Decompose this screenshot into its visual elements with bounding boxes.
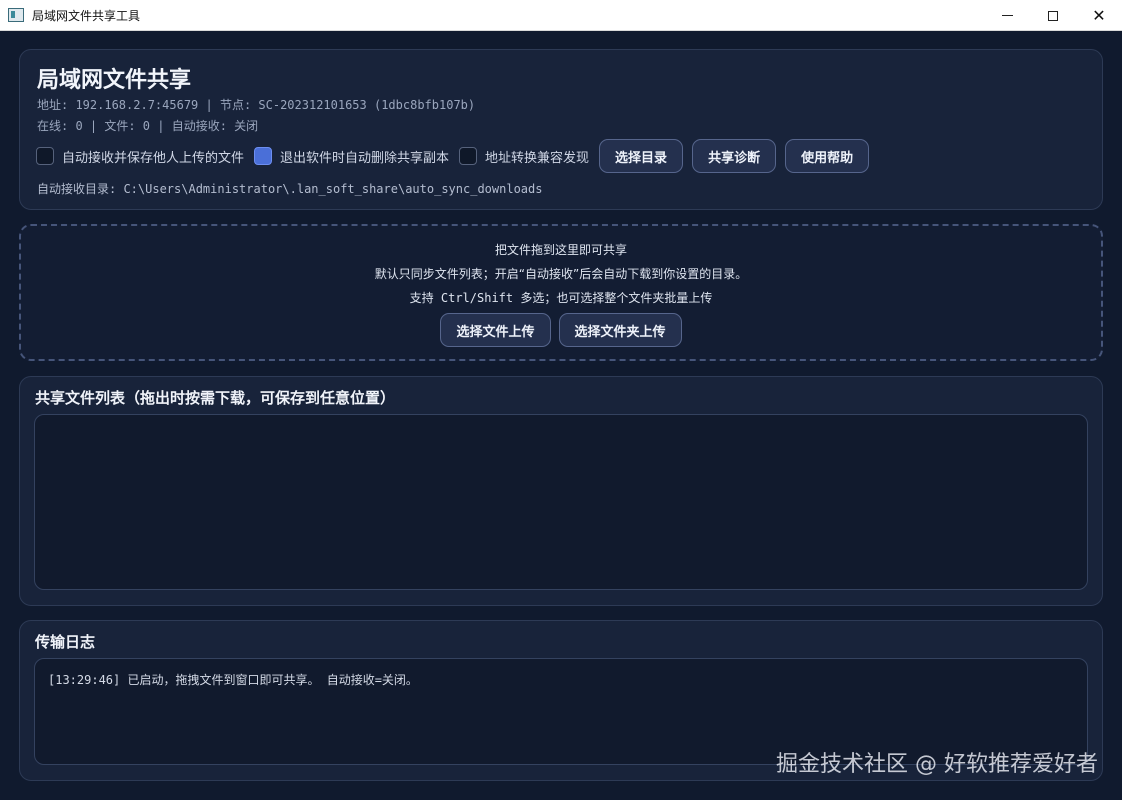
checkbox-label: 地址转换兼容发现	[485, 150, 590, 166]
upload-files-button[interactable]: 选择文件上传	[440, 313, 551, 347]
auto-receive-directory: 自动接收目录: C:\Users\Administrator\.lan_soft…	[37, 182, 543, 196]
checkbox-label: 自动接收并保存他人上传的文件	[62, 150, 245, 166]
maximize-button[interactable]	[1030, 0, 1076, 31]
drop-zone-description: 默认只同步文件列表；开启“自动接收”后会自动下载到你设置的目录。	[374, 267, 748, 281]
window-title: 局域网文件共享工具	[32, 8, 141, 23]
drop-zone[interactable]: 把文件拖到这里即可共享 默认只同步文件列表；开启“自动接收”后会自动下载到你设置…	[19, 224, 1103, 361]
drop-zone-title: 把文件拖到这里即可共享	[494, 243, 627, 257]
minimize-icon	[1001, 15, 1013, 16]
transfer-log-title: 传输日志	[35, 633, 96, 651]
minimize-button[interactable]	[984, 0, 1030, 31]
drop-zone-tip: 支持 Ctrl/Shift 多选；也可选择整个文件夹批量上传	[409, 291, 713, 305]
nat-compat-checkbox[interactable]: 地址转换兼容发现	[459, 147, 589, 166]
maximize-icon	[1048, 10, 1058, 21]
app-icon	[8, 8, 24, 22]
choose-directory-button[interactable]: 选择目录	[599, 139, 684, 173]
close-icon: ✕	[1092, 5, 1106, 25]
shared-files-title: 共享文件列表（拖出时按需下载，可保存到任意位置）	[35, 389, 396, 407]
window-controls: ✕	[984, 0, 1122, 31]
checkbox-box-checked[interactable]	[254, 147, 273, 165]
checkbox-box[interactable]	[36, 147, 54, 165]
page-title: 局域网文件共享	[37, 67, 192, 93]
log-entry: [13:29:46] 已启动，拖拽文件到窗口即可共享。 自动接收=关闭。	[48, 673, 418, 687]
header-panel: 局域网文件共享 地址: 192.168.2.7:45679 | 节点: SC-2…	[19, 49, 1103, 210]
help-button[interactable]: 使用帮助	[785, 139, 870, 173]
drop-zone-buttons: 选择文件上传 选择文件夹上传	[21, 313, 1101, 347]
auto-receive-checkbox[interactable]: 自动接收并保存他人上传的文件	[36, 147, 244, 166]
shared-file-list[interactable]	[34, 414, 1088, 590]
checkbox-label: 退出软件时自动删除共享副本	[280, 150, 450, 166]
options-row: 自动接收并保存他人上传的文件 退出软件时自动删除共享副本 地址转换兼容发现 选择…	[36, 139, 878, 173]
upload-folder-button[interactable]: 选择文件夹上传	[558, 313, 682, 347]
shared-files-panel: 共享文件列表（拖出时按需下载，可保存到任意位置）	[19, 376, 1103, 606]
status-info: 在线: 0 | 文件: 0 | 自动接收: 关闭	[37, 119, 259, 133]
window-titlebar[interactable]: 局域网文件共享工具 ✕	[0, 0, 1122, 31]
watermark: 掘金技术社区 @ 好软推荐爱好者	[776, 752, 1098, 777]
share-diagnose-button[interactable]: 共享诊断	[692, 139, 777, 173]
address-info: 地址: 192.168.2.7:45679 | 节点: SC-202312101…	[37, 98, 476, 112]
delete-on-exit-checkbox[interactable]: 退出软件时自动删除共享副本	[254, 147, 449, 166]
close-button[interactable]: ✕	[1076, 0, 1122, 31]
checkbox-box[interactable]	[459, 147, 478, 165]
